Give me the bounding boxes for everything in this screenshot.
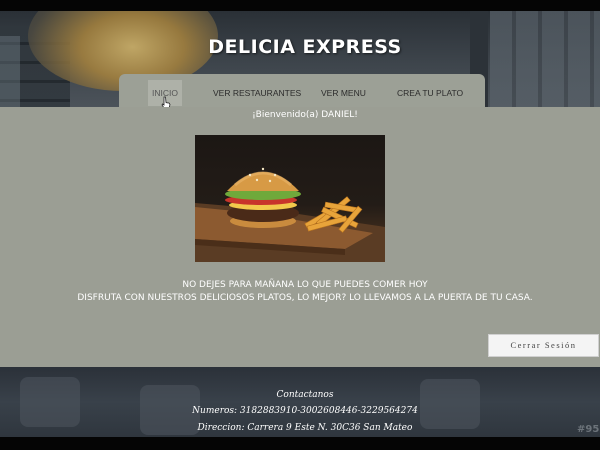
background-chair — [420, 379, 480, 429]
promo-line-1: NO DEJES PARA MAÑANA LO QUE PUEDES COMER… — [182, 280, 428, 290]
brand-title: DELICIA EXPRESS — [208, 36, 402, 58]
background-window — [490, 11, 600, 108]
contact-phones: Numeros: 3182883910-3002608446-322956427… — [192, 406, 418, 416]
top-bar — [0, 0, 600, 11]
main-nav: INICIO VER RESTAURANTES VER MENU CREA TU… — [119, 74, 485, 108]
nav-item-ver-restaurantes[interactable]: VER RESTAURANTES — [209, 80, 305, 106]
logout-button[interactable]: Cerrar Sesión — [488, 334, 599, 357]
background-chair — [20, 377, 80, 427]
watermark: #95 — [577, 424, 600, 435]
welcome-message: ¡Bienvenido(a) DANIEL! — [252, 110, 358, 120]
nav-item-ver-menu[interactable]: VER MENU — [317, 80, 370, 106]
food-photo — [195, 167, 385, 262]
nav-item-crea-tu-plato[interactable]: CREA TU PLATO — [393, 80, 467, 106]
contact-title: Contactanos — [276, 390, 334, 400]
main-panel: ¡Bienvenido(a) DANIEL! NO DEJES PARA MAÑ… — [0, 107, 600, 367]
contact-address: Direccion: Carrera 9 Este N. 30C36 San M… — [197, 423, 413, 433]
promo-line-2: DISFRUTA CON NUESTROS DELICIOSOS PLATOS,… — [77, 293, 533, 303]
bottom-bar — [0, 437, 600, 450]
burger-fries-image — [195, 135, 385, 262]
